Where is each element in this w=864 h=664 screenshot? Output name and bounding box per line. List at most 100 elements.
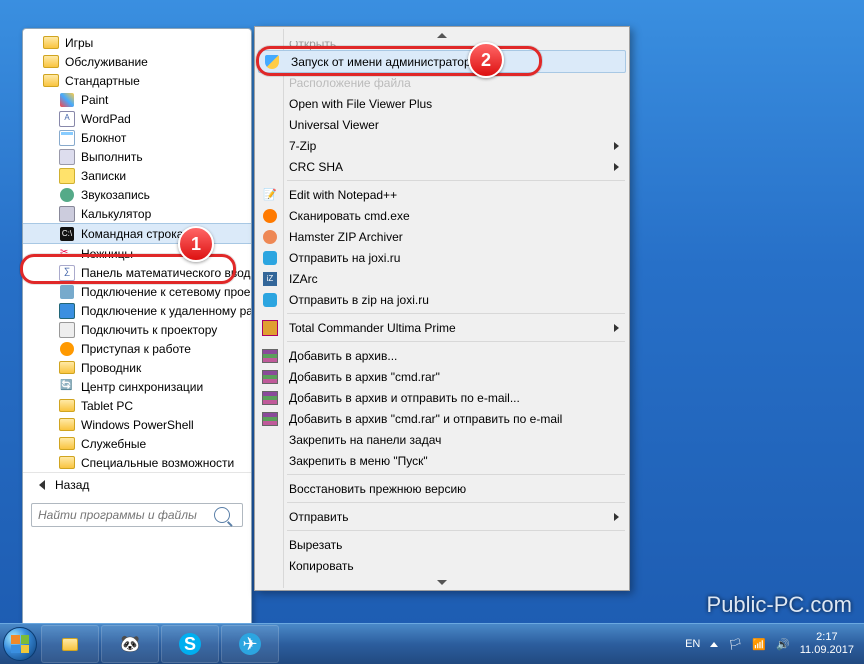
start-menu-item-label: Специальные возможности [81,456,234,470]
context-menu-item[interactable]: Total Commander Ultima Prime [257,317,627,338]
watermark: Public-PC.com [707,592,852,618]
tray-volume-icon[interactable]: 🔊 [776,638,790,651]
sound-icon [59,187,75,203]
start-menu-item-1[interactable]: Обслуживание [23,52,251,71]
start-menu-item-label: Центр синхронизации [81,380,203,394]
start-menu-item-13[interactable]: Подключение к сетевому проектору [23,282,251,301]
context-menu-item-label: Восстановить прежнюю версию [289,482,466,496]
start-menu-item-16[interactable]: Приступая к работе [23,339,251,358]
context-menu-item[interactable]: Закрепить в меню "Пуск" [257,450,627,471]
context-menu-item[interactable]: Universal Viewer [257,114,627,135]
context-menu-item-label: Universal Viewer [289,118,379,132]
context-menu-item[interactable]: Отправить на joxi.ru [257,247,627,268]
start-menu-item-label: Записки [81,169,126,183]
context-menu-item[interactable]: iZ IZArc [257,268,627,289]
context-menu-item[interactable]: Hamster ZIP Archiver [257,226,627,247]
taskbar-pinned-skype[interactable]: S [161,625,219,663]
context-menu-item[interactable]: Добавить в архив... [257,345,627,366]
context-menu-item[interactable]: 7-Zip [257,135,627,156]
context-menu-item[interactable]: Отправить в zip на joxi.ru [257,289,627,310]
tray-overflow-icon[interactable] [710,642,718,647]
context-menu-item[interactable]: Закрепить на панели задач [257,429,627,450]
start-menu-item-14[interactable]: Подключение к удаленному рабочему столу [23,301,251,320]
start-menu-item-4[interactable]: A WordPad [23,109,251,128]
context-menu-scroll-down[interactable] [257,576,627,588]
rdp-icon [59,303,75,319]
start-menu-item-0[interactable]: Игры [23,33,251,52]
submenu-arrow-icon [614,513,619,521]
start-menu-item-5[interactable]: Блокнот [23,128,251,147]
context-menu-item[interactable]: Добавить в архив "cmd.rar" и отправить п… [257,408,627,429]
start-menu-item-19[interactable]: Tablet PC [23,396,251,415]
search-input[interactable] [32,508,214,522]
netproj-icon [59,284,75,300]
context-menu-item[interactable]: Восстановить прежнюю версию [257,478,627,499]
context-menu-item-label: Копировать [289,559,354,573]
tray-network-icon[interactable]: 📶 [752,638,766,651]
context-menu-item[interactable]: Добавить в архив "cmd.rar" [257,366,627,387]
clock[interactable]: 2:17 11.09.2017 [800,631,854,657]
start-menu-item-2[interactable]: Стандартные [23,71,251,90]
context-menu-item[interactable]: Сканировать cmd.exe [257,205,627,226]
folder-icon [59,417,75,433]
context-menu-item[interactable]: Добавить в архив и отправить по e-mail..… [257,387,627,408]
back-arrow-icon [39,480,45,490]
context-menu-item-label: Расположение файла [289,76,411,90]
taskbar-pinned-explorer[interactable] [41,625,99,663]
tray-flag-icon[interactable]: 🏳 [728,638,742,651]
start-menu-item-label: Калькулятор [81,207,151,221]
language-indicator[interactable]: EN [685,638,700,650]
start-menu-item-label: Стандартные [65,74,140,88]
context-menu-item[interactable]: Open with File Viewer Plus [257,93,627,114]
tc-icon [262,320,278,336]
start-menu-item-18[interactable]: 🔄Центр синхронизации [23,377,251,396]
submenu-arrow-icon [614,142,619,150]
start-menu-item-9[interactable]: Калькулятор [23,204,251,223]
context-menu-item[interactable]: CRC SHA [257,156,627,177]
context-menu-item[interactable]: Отправить [257,506,627,527]
calc-icon [59,206,75,222]
start-menu-item-21[interactable]: Служебные [23,434,251,453]
start-menu-item-6[interactable]: Выполнить [23,147,251,166]
wordpad-icon: A [59,111,75,127]
avast-icon [262,208,278,224]
taskbar-pinned-app-1[interactable]: 🐼 [101,625,159,663]
start-menu-item-8[interactable]: Звукозапись [23,185,251,204]
start-menu-item-20[interactable]: Windows PowerShell [23,415,251,434]
system-tray: EN 🏳 📶 🔊 2:17 11.09.2017 [685,631,864,657]
start-menu-item-label: WordPad [81,112,131,126]
start-menu-search[interactable] [31,503,243,527]
context-menu-item-label: Отправить на joxi.ru [289,251,400,265]
context-menu-item-label: Добавить в архив... [289,349,397,363]
start-button[interactable] [0,624,40,664]
context-menu-item-label: Закрепить в меню "Пуск" [289,454,428,468]
context-menu-item[interactable]: 📝Edit with Notepad++ [257,184,627,205]
clock-time: 2:17 [800,631,854,644]
clock-date: 11.09.2017 [800,644,854,657]
start-icon [59,341,75,357]
start-menu-item-label: Приступая к работе [81,342,191,356]
submenu-arrow-icon [614,324,619,332]
context-menu-item-label: CRC SHA [289,160,343,174]
context-menu-item[interactable]: Копировать [257,555,627,576]
telegram-icon: ✈ [239,633,261,655]
start-menu-programs-list: Игры Обслуживание Стандартные Paint A WordPad… [23,29,251,472]
start-menu-item-10[interactable]: C:\Командная строка [23,223,251,244]
start-menu-back[interactable]: Назад [23,472,251,497]
start-menu-item-label: Подключение к удаленному рабочему столу [81,304,251,318]
start-menu-item-label: Подключение к сетевому проектору [81,285,251,299]
context-menu-item-label: Отправить [289,510,349,524]
rar-icon [262,369,278,385]
izarc-icon: iZ [262,271,278,287]
context-menu-item-label: IZArc [289,272,318,286]
start-menu-item-15[interactable]: Подключить к проектору [23,320,251,339]
start-menu-item-7[interactable]: Записки [23,166,251,185]
context-menu-item[interactable]: Вырезать [257,534,627,555]
start-menu-item-22[interactable]: Специальные возможности [23,453,251,472]
taskbar-pinned-telegram[interactable]: ✈ [221,625,279,663]
start-menu-item-label: Выполнить [81,150,143,164]
start-menu-item-label: Обслуживание [65,55,148,69]
context-menu-scroll-up[interactable] [257,29,627,41]
start-menu-item-17[interactable]: Проводник [23,358,251,377]
start-menu-item-3[interactable]: Paint [23,90,251,109]
